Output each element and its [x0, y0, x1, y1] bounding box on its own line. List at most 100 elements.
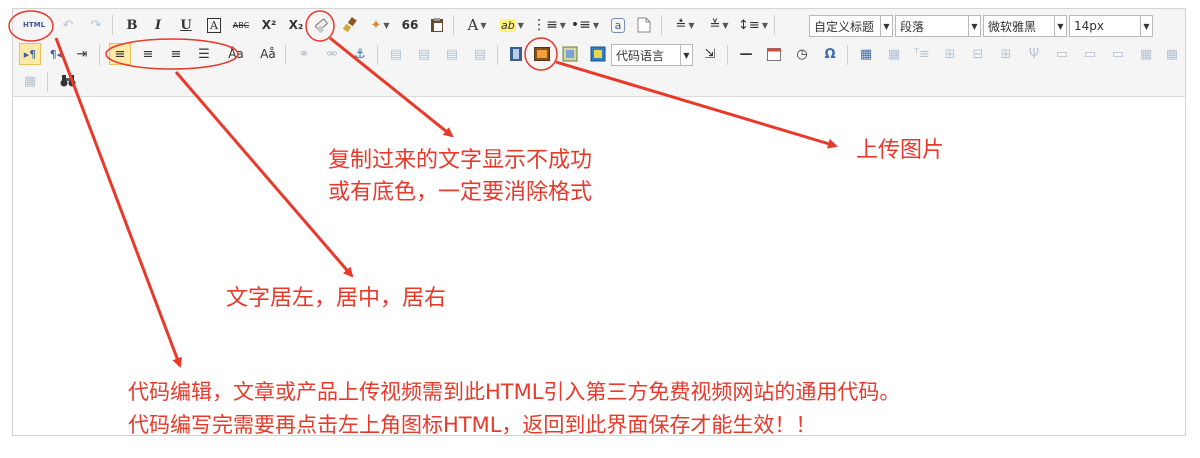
- insert-row-button[interactable]: ⊞: [939, 43, 961, 65]
- merge-cells-button[interactable]: ▭: [1051, 43, 1073, 65]
- paragraph-spacing-bottom-button[interactable]: ≚ ▼: [703, 14, 735, 36]
- chevron-down-icon: ▼: [1140, 16, 1152, 36]
- unordered-list-button[interactable]: •≡ ▼: [569, 14, 601, 36]
- rtl-icon: ¶◂: [49, 47, 63, 61]
- chevron-down-icon: ▼: [968, 16, 980, 36]
- anchor-button[interactable]: ⚓: [349, 43, 371, 65]
- page-break-icon: ⇲: [704, 46, 716, 62]
- custom-heading-select[interactable]: 自定义标题 ▼: [809, 15, 893, 37]
- clear-format-note-line-1: 复制过来的文字显示不成功: [328, 148, 593, 173]
- undo-button[interactable]: ↶: [57, 14, 79, 36]
- rtl-direction-button[interactable]: ¶◂: [45, 43, 67, 65]
- format-painter-button[interactable]: [339, 14, 361, 36]
- unlink-button[interactable]: ⚮: [321, 43, 343, 65]
- chevron-down-icon: ▼: [722, 20, 729, 30]
- lowercase-icon: Åa: [228, 47, 244, 61]
- align-left-button[interactable]: ≡: [109, 43, 131, 65]
- subscript-button[interactable]: X₂: [285, 14, 307, 36]
- chevron-down-icon: ▼: [688, 20, 695, 30]
- insert-col-icon: ⊞: [1000, 46, 1012, 62]
- subscript-icon: X₂: [288, 18, 304, 32]
- code-language-select[interactable]: 代码语言 ▼: [611, 44, 693, 66]
- bold-icon: B: [126, 17, 138, 33]
- split-cells-button[interactable]: ▦: [1135, 43, 1157, 65]
- custom-heading-value: 自定义标题: [814, 19, 875, 34]
- blank-page-icon: [637, 17, 651, 33]
- frame-text-button[interactable]: A: [203, 14, 225, 36]
- bold-button[interactable]: B: [121, 14, 143, 36]
- split-cols-icon: ▦: [23, 73, 37, 89]
- blockquote-button[interactable]: 66: [399, 14, 421, 36]
- search-replace-button[interactable]: [57, 70, 79, 92]
- html-source-button[interactable]: HTML: [21, 14, 47, 36]
- insert-time-button[interactable]: ◷: [791, 43, 813, 65]
- insert-frame-button[interactable]: [505, 43, 527, 65]
- paste-plain-button[interactable]: [426, 14, 448, 36]
- rich-text-editor: HTML ↶ ↷ B I U A ABC X² X₂ ✦ ▼ 66 A ▼ ab ▼ …: [12, 8, 1186, 436]
- image-center-icon: ▤: [473, 46, 487, 62]
- insert-video-button[interactable]: [587, 43, 609, 65]
- lowercase-button[interactable]: Åa: [225, 43, 247, 65]
- align-justify-button[interactable]: ☰: [193, 43, 215, 65]
- insert-table-button[interactable]: ▦: [855, 43, 877, 65]
- insert-col-button[interactable]: ⊞: [995, 43, 1017, 65]
- editor-toolbar: HTML ↶ ↷ B I U A ABC X² X₂ ✦ ▼ 66 A ▼ ab ▼ …: [13, 9, 1185, 97]
- delete-table-button[interactable]: ▦: [883, 43, 905, 65]
- horizontal-rule-icon: —: [739, 46, 753, 62]
- insert-date-button[interactable]: [763, 43, 785, 65]
- font-color-icon: A: [467, 16, 479, 34]
- toolbar-separator: [727, 45, 728, 65]
- image-center-button[interactable]: ▤: [469, 43, 491, 65]
- image-left-button[interactable]: ▤: [413, 43, 435, 65]
- line-height-button[interactable]: ↕≡ ▼: [737, 14, 769, 36]
- toolbar-separator: [47, 72, 48, 92]
- paragraph-spacing-top-button[interactable]: ≛ ▼: [669, 14, 701, 36]
- calendar-icon: [767, 48, 781, 61]
- split-cols-button[interactable]: ▦: [19, 70, 41, 92]
- page-break-button[interactable]: ⇲: [699, 43, 721, 65]
- special-char-button[interactable]: Ω: [819, 43, 841, 65]
- italic-button[interactable]: I: [147, 14, 169, 36]
- superscript-button[interactable]: X²: [258, 14, 280, 36]
- align-right-button[interactable]: ≡: [165, 43, 187, 65]
- font-color-button[interactable]: A ▼: [461, 14, 493, 36]
- ltr-direction-button[interactable]: ▸¶: [19, 43, 41, 65]
- indent-icon: ⇥: [76, 46, 88, 62]
- merge-right-button[interactable]: ▭: [1079, 43, 1101, 65]
- quote-icon: 66: [401, 18, 419, 32]
- background-color-button[interactable]: ab ▼: [495, 14, 529, 36]
- ordered-list-button[interactable]: ⋮≡ ▼: [532, 14, 566, 36]
- upload-image-button[interactable]: [531, 43, 553, 65]
- paragraph-format-select[interactable]: 段落 ▼: [895, 15, 981, 37]
- frame-text-icon: A: [207, 17, 221, 33]
- horizontal-rule-button[interactable]: —: [735, 43, 757, 65]
- delete-row-button[interactable]: ⊟: [967, 43, 989, 65]
- redo-button[interactable]: ↷: [85, 14, 107, 36]
- insert-paragraph-before-table-button[interactable]: ᵀ≡: [911, 43, 933, 65]
- image-right-button[interactable]: ▤: [441, 43, 463, 65]
- font-size-select[interactable]: 14px ▼: [1069, 15, 1153, 37]
- underline-button[interactable]: U: [175, 14, 197, 36]
- align-center-button[interactable]: ≡: [137, 43, 159, 65]
- new-document-button[interactable]: [633, 14, 655, 36]
- image-float-right-icon: ▤: [445, 46, 459, 62]
- toolbar-separator: [847, 45, 848, 65]
- multi-image-button[interactable]: [559, 43, 581, 65]
- insert-anchor-text-button[interactable]: a: [607, 14, 629, 36]
- image-icon: [534, 47, 550, 61]
- font-family-select[interactable]: 微软雅黑 ▼: [983, 15, 1067, 37]
- chevron-down-icon: ▼: [761, 20, 768, 30]
- delete-col-button[interactable]: Ψ: [1023, 43, 1045, 65]
- strikethrough-button[interactable]: ABC: [230, 14, 252, 36]
- link-button[interactable]: ⚭: [293, 43, 315, 65]
- image-none-button[interactable]: ▤: [385, 43, 407, 65]
- auto-format-button[interactable]: ✦ ▼: [365, 14, 395, 36]
- indent-button[interactable]: ⇥: [71, 43, 93, 65]
- clear-format-button[interactable]: [310, 14, 332, 36]
- image-float-none-icon: ▤: [389, 46, 403, 62]
- merge-down-button[interactable]: ▭: [1107, 43, 1129, 65]
- uppercase-button[interactable]: Aå: [257, 43, 279, 65]
- magic-wand-icon: ✦: [370, 17, 382, 33]
- toolbar-separator: [377, 45, 378, 65]
- split-rows-button[interactable]: ▦: [1161, 43, 1183, 65]
